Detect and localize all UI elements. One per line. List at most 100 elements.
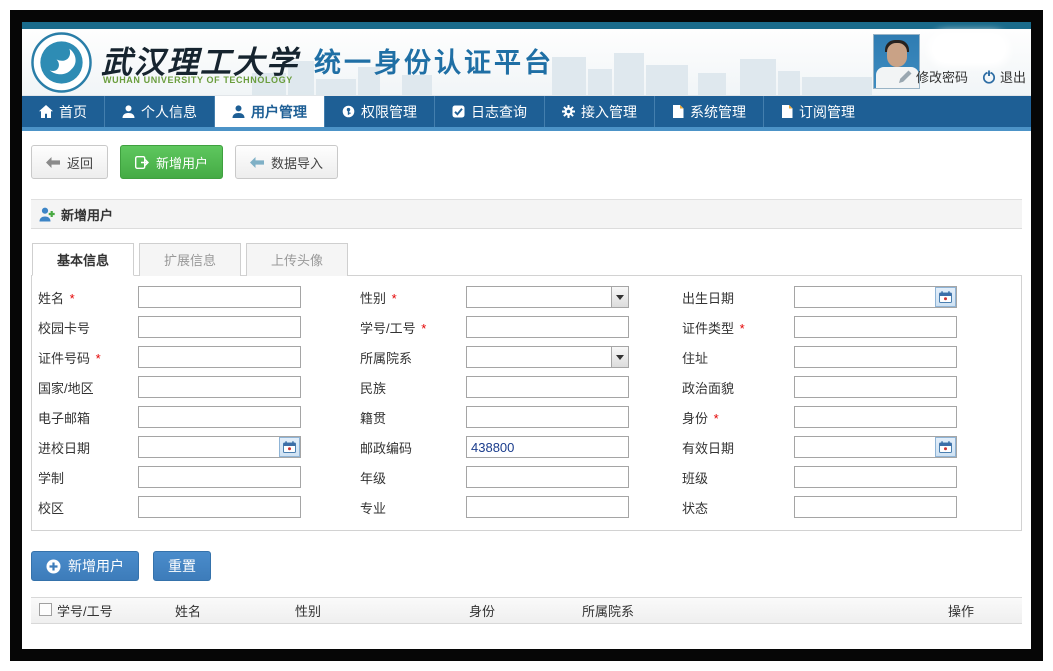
logout-link[interactable]: 退出 [982, 67, 1026, 86]
address-input[interactable] [794, 346, 957, 368]
university-name-en: WUHAN UNIVERSITY OF TECHNOLOGY [103, 75, 293, 85]
department-input[interactable] [466, 346, 629, 368]
field-label-email: 电子邮箱 [38, 408, 138, 427]
entry-date-input[interactable] [138, 436, 301, 458]
pencil-icon [899, 70, 912, 83]
gender-input[interactable] [466, 286, 629, 308]
submit-add-user-label: 新增用户 [68, 556, 124, 576]
country-region-input[interactable] [138, 376, 301, 398]
field-gender: 性别 * [360, 286, 682, 308]
nav-item-label: 订阅管理 [799, 102, 855, 122]
reset-button[interactable]: 重置 [153, 551, 211, 581]
platform-title: 统一身份认证平台 [314, 41, 554, 80]
student-id-input[interactable] [466, 316, 629, 338]
entry-date-calendar-button[interactable] [279, 437, 300, 457]
person-icon [122, 105, 135, 118]
school-system-input[interactable] [138, 466, 301, 488]
table-header-2: 性别 [295, 601, 469, 620]
back-button[interactable]: 返回 [31, 145, 108, 179]
department-dropdown-button[interactable] [611, 347, 628, 367]
valid-date-calendar-button[interactable] [935, 437, 956, 457]
required-asterisk: * [388, 291, 397, 306]
email-input[interactable] [138, 406, 301, 428]
submit-add-user-button[interactable]: 新增用户 [31, 551, 139, 581]
valid-date-input[interactable] [794, 436, 957, 458]
ethnicity-input[interactable] [466, 376, 629, 398]
gender-dropdown-button[interactable] [611, 287, 628, 307]
nav-item-1[interactable]: 个人信息 [104, 96, 214, 127]
label-text: 出生日期 [682, 291, 734, 306]
id-type-input[interactable] [794, 316, 957, 338]
field-label-department: 所属院系 [360, 348, 466, 367]
nav-item-label: 个人信息 [141, 102, 197, 122]
status-input[interactable] [794, 496, 957, 518]
grade-input[interactable] [466, 466, 629, 488]
campus-input[interactable] [138, 496, 301, 518]
label-text: 所属院系 [360, 351, 412, 366]
label-text: 证件号码 [38, 351, 90, 366]
nav-item-3[interactable]: 权限管理 [324, 96, 434, 127]
required-asterisk: * [736, 321, 745, 336]
field-label-country-region: 国家/地区 [38, 378, 138, 397]
back-button-label: 返回 [67, 153, 93, 172]
identity-input[interactable] [794, 406, 957, 428]
label-text: 籍贯 [360, 411, 386, 426]
native-place-input[interactable] [466, 406, 629, 428]
label-text: 政治面貌 [682, 381, 734, 396]
tab-1[interactable]: 扩展信息 [139, 243, 241, 276]
label-text: 身份 [682, 411, 708, 426]
label-text: 年级 [360, 471, 386, 486]
campus-card-input[interactable] [138, 316, 301, 338]
nav-item-6[interactable]: 系统管理 [654, 96, 763, 127]
top-accent-strip [22, 22, 1031, 29]
label-text: 邮政编码 [360, 441, 412, 456]
nav-item-2[interactable]: 用户管理 [214, 96, 324, 127]
main-nav: 首页 个人信息 用户管理权限管理日志查询 接入管理系统管理 订阅管理 [22, 96, 1031, 127]
change-password-link[interactable]: 修改密码 [899, 67, 968, 86]
birth-date-input[interactable] [794, 286, 957, 308]
add-user-toolbar-button[interactable]: 新增用户 [120, 145, 223, 179]
field-label-student-id: 学号/工号 * [360, 318, 466, 337]
postal-code-input[interactable] [466, 436, 629, 458]
label-text: 证件类型 [682, 321, 734, 336]
class-input[interactable] [794, 466, 957, 488]
field-label-name: 姓名 * [38, 288, 138, 307]
political-status-input[interactable] [794, 376, 957, 398]
tab-0[interactable]: 基本信息 [32, 243, 134, 276]
major-input[interactable] [466, 496, 629, 518]
nav-item-label: 首页 [59, 102, 87, 122]
select-all-checkbox[interactable] [39, 603, 52, 616]
section-title: 新增用户 [61, 205, 113, 224]
field-postal-code: 邮政编码 [360, 436, 682, 458]
field-label-id-type: 证件类型 * [682, 318, 794, 337]
data-import-button[interactable]: 数据导入 [235, 145, 338, 179]
page: 武汉理工大学 WUHAN UNIVERSITY OF TECHNOLOGY 统一… [0, 0, 1053, 671]
label-text: 校园卡号 [38, 321, 90, 336]
nav-item-label: 用户管理 [251, 102, 307, 122]
id-number-input[interactable] [138, 346, 301, 368]
nav-item-5[interactable]: 接入管理 [544, 96, 654, 127]
name-input[interactable] [138, 286, 301, 308]
app-window: 武汉理工大学 WUHAN UNIVERSITY OF TECHNOLOGY 统一… [10, 10, 1043, 661]
calendar-icon [939, 441, 952, 453]
field-birth-date: 出生日期 [682, 286, 1015, 308]
label-text: 姓名 [38, 291, 64, 306]
nav-item-4[interactable]: 日志查询 [434, 96, 544, 127]
nav-item-label: 接入管理 [581, 102, 637, 122]
label-text: 班级 [682, 471, 708, 486]
nav-item-0[interactable]: 首页 [22, 96, 104, 127]
birth-date-calendar-button[interactable] [935, 287, 956, 307]
calendar-icon [283, 441, 296, 453]
change-password-label: 修改密码 [916, 67, 968, 86]
page-icon [672, 105, 684, 118]
field-political-status: 政治面貌 [682, 376, 1015, 398]
required-asterisk: * [710, 411, 719, 426]
field-entry-date: 进校日期 [38, 436, 360, 458]
field-address: 住址 [682, 346, 1015, 368]
field-id-number: 证件号码 * [38, 346, 360, 368]
field-email: 电子邮箱 [38, 406, 360, 428]
tab-2[interactable]: 上传头像 [246, 243, 348, 276]
nav-item-7[interactable]: 订阅管理 [763, 96, 872, 127]
field-label-address: 住址 [682, 348, 794, 367]
chevron-down-icon [616, 355, 624, 360]
